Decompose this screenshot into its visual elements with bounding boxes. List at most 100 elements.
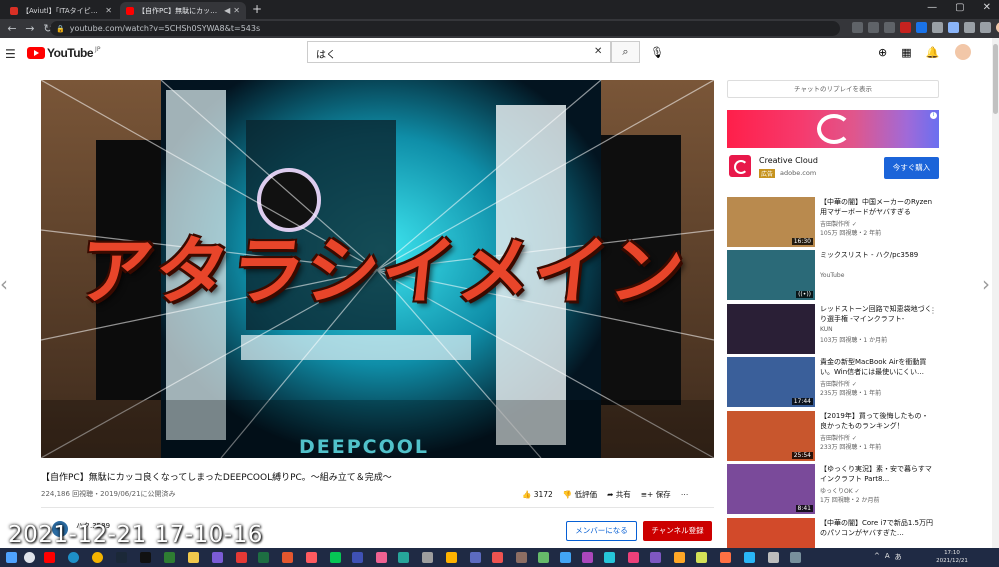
- app-icon[interactable]: [674, 552, 685, 563]
- app-icon[interactable]: [650, 552, 661, 563]
- apps-grid-icon[interactable]: ▦: [901, 46, 911, 60]
- more-actions-icon[interactable]: ⋯: [681, 490, 689, 499]
- close-tab-icon[interactable]: ✕: [233, 6, 240, 15]
- account-avatar[interactable]: [955, 44, 972, 60]
- app-icon[interactable]: [604, 552, 615, 563]
- audio-icon[interactable]: ◀: [224, 6, 230, 15]
- address-bar[interactable]: 🔒 youtube.com/watch?v=5CHSh0SYWA8&t=543s: [50, 21, 840, 36]
- app-icon[interactable]: [538, 552, 549, 563]
- app-icon[interactable]: [720, 552, 731, 563]
- tiktok-icon[interactable]: [140, 552, 151, 563]
- app-icon[interactable]: [164, 552, 175, 563]
- recommendation-item[interactable]: ((•)) ミックスリスト - ハク/pc3589 YouTube: [727, 250, 939, 302]
- app-icon[interactable]: [628, 552, 639, 563]
- more-options-icon[interactable]: ⋮: [929, 306, 937, 315]
- search-icon[interactable]: [24, 552, 35, 563]
- back-icon[interactable]: ←: [6, 22, 18, 35]
- app-icon[interactable]: [516, 552, 527, 563]
- video-thumbnail[interactable]: ((•)): [727, 250, 815, 300]
- video-thumbnail[interactable]: 16:30: [727, 197, 815, 247]
- edge-icon[interactable]: [68, 552, 79, 563]
- reading-list-icon[interactable]: [980, 22, 991, 33]
- video-thumbnail[interactable]: [727, 518, 815, 548]
- app-icon[interactable]: [696, 552, 707, 563]
- app-icon[interactable]: [282, 552, 293, 563]
- video-thumbnail[interactable]: 8:41: [727, 464, 815, 514]
- subscribe-button[interactable]: チャンネル登録: [643, 521, 712, 541]
- extension-icon[interactable]: [916, 22, 927, 33]
- install-icon[interactable]: [852, 22, 863, 33]
- forward-icon[interactable]: →: [24, 22, 36, 35]
- recommendation-item[interactable]: 【中華の闇】Core i7で新品1.5万円のパソコンがヤバすぎた…: [727, 518, 939, 548]
- app-icon[interactable]: [582, 552, 593, 563]
- bookmark-star-icon[interactable]: [884, 22, 895, 33]
- notifications-bell-icon[interactable]: 🔔: [926, 46, 940, 60]
- ad-name[interactable]: Creative Cloud: [759, 156, 818, 165]
- microphone-icon[interactable]: 🎙: [650, 46, 664, 59]
- windows-start-icon[interactable]: [6, 552, 17, 563]
- like-button[interactable]: 👍 3172: [522, 490, 553, 499]
- browser-tab-aviutl[interactable]: 【Aviutl】「ITAタイピング」でPCタイピング ✕: [4, 2, 118, 19]
- app-icon[interactable]: [212, 552, 223, 563]
- scrollbar-thumb[interactable]: [993, 44, 998, 114]
- video-thumbnail[interactable]: 25:54: [727, 411, 815, 461]
- steam-icon[interactable]: [116, 552, 127, 563]
- save-button[interactable]: ≡+ 保存: [641, 489, 671, 500]
- app-icon[interactable]: [790, 552, 801, 563]
- taskbar-clock[interactable]: 17:10 2021/12/21: [932, 549, 972, 565]
- search-input[interactable]: はく: [307, 41, 611, 63]
- app-icon[interactable]: [422, 552, 433, 563]
- minimize-button[interactable]: —: [927, 2, 937, 13]
- app-icon[interactable]: [560, 552, 571, 563]
- puzzle-icon[interactable]: [964, 22, 975, 33]
- search-button[interactable]: ⌕: [611, 41, 640, 63]
- browser-tab-current[interactable]: 【自作PC】無駄にカッコ良くなってしまった ◀ ✕: [120, 2, 246, 19]
- app-icon[interactable]: [446, 552, 457, 563]
- folder-icon[interactable]: [188, 552, 199, 563]
- excel-icon[interactable]: [258, 552, 269, 563]
- chat-replay-button[interactable]: チャットのリプレイを表示: [727, 80, 939, 98]
- app-icon[interactable]: [376, 552, 387, 563]
- extension-icon[interactable]: [900, 22, 911, 33]
- join-member-button[interactable]: メンバーになる: [566, 521, 637, 541]
- extension-icon[interactable]: [948, 22, 959, 33]
- ad-banner[interactable]: i: [727, 110, 939, 148]
- youtube-logo[interactable]: YouTube JP: [27, 46, 100, 60]
- close-tab-icon[interactable]: ✕: [105, 6, 112, 15]
- hamburger-menu-icon[interactable]: ☰: [5, 47, 16, 61]
- extension-icon[interactable]: [932, 22, 943, 33]
- lock-icon[interactable]: 🔒: [56, 25, 65, 33]
- youtube-app-icon[interactable]: [44, 552, 55, 563]
- share-button[interactable]: ➦ 共有: [607, 489, 631, 500]
- close-window-button[interactable]: ✕: [983, 2, 991, 13]
- maximize-button[interactable]: ▢: [955, 2, 964, 13]
- recommendation-item[interactable]: 17:44 貴金の新型MacBook Airを衝動買い。Win信者には最使いにく…: [727, 357, 939, 409]
- previous-arrow-icon[interactable]: ‹: [0, 272, 8, 296]
- recommendation-item[interactable]: レッドストーン回路で知恵袋地づくり選手権 -マインクラフト- KUN 103万 …: [727, 304, 939, 356]
- app-icon[interactable]: [306, 552, 317, 563]
- creative-cloud-icon[interactable]: [729, 155, 751, 177]
- app-icon[interactable]: [398, 552, 409, 563]
- chrome-icon[interactable]: [92, 552, 103, 563]
- app-icon[interactable]: [492, 552, 503, 563]
- app-icon[interactable]: [768, 552, 779, 563]
- line-icon[interactable]: [330, 552, 341, 563]
- share-icon[interactable]: [868, 22, 879, 33]
- ad-info-icon[interactable]: i: [930, 112, 937, 119]
- ad-buy-button[interactable]: 今すぐ購入: [884, 157, 939, 179]
- app-icon[interactable]: [236, 552, 247, 563]
- next-arrow-icon[interactable]: ›: [982, 272, 990, 296]
- tray-expand-icon[interactable]: ^: [874, 552, 880, 562]
- page-scrollbar[interactable]: [992, 38, 999, 548]
- recommendation-item[interactable]: 25:54 【2019年】買って後悔したもの・良かったものランキング！ 吉田製作…: [727, 411, 939, 463]
- video-thumbnail[interactable]: [727, 304, 815, 354]
- new-tab-button[interactable]: +: [252, 2, 262, 16]
- app-icon[interactable]: [470, 552, 481, 563]
- video-thumbnail[interactable]: 17:44: [727, 357, 815, 407]
- create-video-icon[interactable]: ⊕: [878, 46, 887, 60]
- video-player[interactable]: アタラシイメイン DEEPCOOL: [41, 80, 714, 458]
- app-icon[interactable]: [352, 552, 363, 563]
- clear-search-icon[interactable]: ✕: [594, 46, 602, 57]
- input-mode-indicator[interactable]: A: [885, 552, 890, 562]
- app-icon[interactable]: [744, 552, 755, 563]
